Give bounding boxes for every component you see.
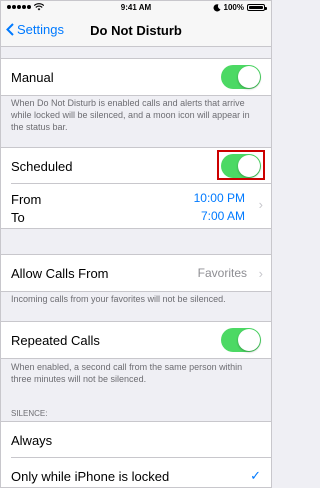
battery-percent: 100% <box>223 3 244 12</box>
manual-row: Manual <box>1 59 271 95</box>
navigation-bar: Settings Do Not Disturb <box>1 15 271 47</box>
repeated-calls-label: Repeated Calls <box>11 332 100 348</box>
to-label: To <box>11 210 25 225</box>
repeated-calls-toggle[interactable] <box>221 328 261 352</box>
silence-option-label: Always <box>11 432 53 448</box>
scheduled-group: Scheduled From To 10:00 PM 7:00 AM › <box>1 147 271 229</box>
battery-icon <box>247 4 267 11</box>
schedule-times-row[interactable]: From To 10:00 PM 7:00 AM › <box>1 184 271 228</box>
manual-footer: When Do Not Disturb is enabled calls and… <box>11 98 250 132</box>
silence-header: SILENCE: <box>11 409 48 418</box>
allow-calls-footer: Incoming calls from your favorites will … <box>11 294 226 304</box>
from-label: From <box>11 192 42 207</box>
checkmark-icon: ✓ <box>250 468 261 483</box>
moon-icon <box>213 3 221 11</box>
allow-calls-value: Favorites <box>197 266 247 280</box>
scheduled-row: Scheduled <box>1 148 271 184</box>
repeated-calls-group: Repeated Calls <box>1 321 271 359</box>
to-time: 7:00 AM <box>200 209 245 223</box>
silence-option-label: Only while iPhone is locked <box>11 468 170 484</box>
allow-calls-row[interactable]: Allow Calls From Favorites › <box>1 255 271 291</box>
settings-screen: 9:41 AM 100% Settings Do Not Disturb Man… <box>0 0 272 488</box>
repeated-calls-footer: When enabled, a second call from the sam… <box>11 362 243 384</box>
manual-toggle[interactable] <box>221 65 261 89</box>
scheduled-label: Scheduled <box>11 158 73 174</box>
allow-calls-group: Allow Calls From Favorites › <box>1 254 271 292</box>
status-bar: 9:41 AM 100% <box>1 1 271 15</box>
silence-option-always[interactable]: Always <box>1 422 271 458</box>
chevron-right-icon: › <box>258 197 263 212</box>
silence-option-locked[interactable]: Only while iPhone is locked ✓ <box>1 458 271 487</box>
scheduled-toggle[interactable] <box>221 154 261 178</box>
repeated-calls-row: Repeated Calls <box>1 322 271 358</box>
page-title: Do Not Disturb <box>90 23 182 38</box>
allow-calls-label: Allow Calls From <box>11 265 109 281</box>
manual-label: Manual <box>11 69 54 85</box>
from-to-labels: From To <box>11 191 41 227</box>
from-time: 10:00 PM <box>193 191 245 205</box>
manual-group: Manual <box>1 58 271 96</box>
status-right: 100% <box>213 3 267 12</box>
chevron-right-icon: › <box>258 265 263 281</box>
silence-group: Always Only while iPhone is locked ✓ <box>1 421 271 487</box>
